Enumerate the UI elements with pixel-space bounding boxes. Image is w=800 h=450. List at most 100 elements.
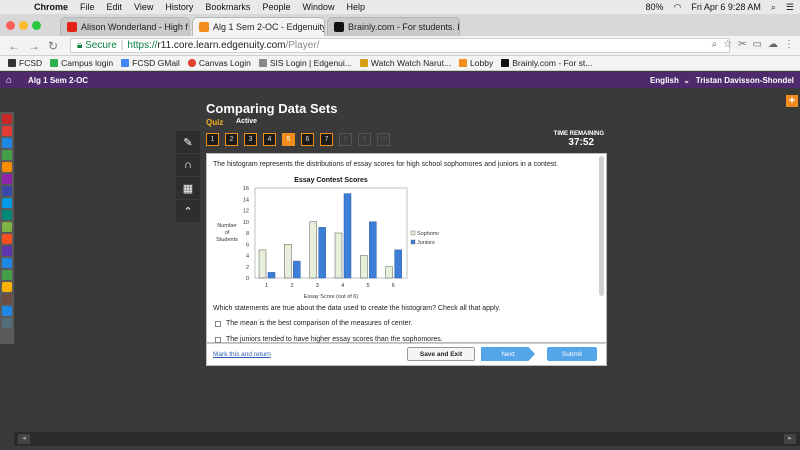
bookmark-label: FCSD (19, 58, 43, 68)
app-dock-icon[interactable] (2, 138, 12, 148)
question-number-3[interactable]: 3 (244, 133, 257, 146)
bookmark-brainly[interactable]: Brainly.com - For st... (501, 58, 592, 68)
menu-people[interactable]: People (262, 2, 290, 12)
y-tick-label: 12 (243, 209, 249, 215)
extension-icon[interactable]: ✂ (738, 39, 746, 50)
menu-list-icon[interactable]: ☰ (786, 2, 794, 13)
app-dock-icon[interactable] (2, 282, 12, 292)
wifi-icon[interactable]: ◠ (673, 2, 681, 13)
course-name[interactable]: Alg 1 Sem 2-OC (28, 76, 88, 85)
add-icon[interactable]: + (786, 95, 798, 107)
app-dock-icon[interactable] (2, 318, 12, 328)
home-icon[interactable]: ⌂ (6, 75, 12, 86)
headphones-icon[interactable]: ∩ (176, 154, 200, 176)
menu-bookmarks[interactable]: Bookmarks (205, 2, 250, 12)
chrome-menu-icon[interactable]: ⋮ (784, 39, 794, 50)
clock[interactable]: Fri Apr 6 9:28 AM (691, 2, 761, 12)
bar-sophomores-2 (284, 244, 292, 279)
previous-activity-icon[interactable]: ◂ (18, 434, 30, 444)
app-dock-icon[interactable] (2, 210, 12, 220)
app-dock-icon[interactable] (2, 306, 12, 316)
scrollbar[interactable] (599, 156, 604, 296)
tab-edgenuity[interactable]: Alg 1 Sem 2-OC - Edgenuity.co × (192, 17, 325, 36)
search-icon[interactable]: ⌕ (771, 2, 776, 13)
menu-view[interactable]: View (134, 2, 153, 12)
app-dock-icon[interactable] (2, 174, 12, 184)
app-dock-icon[interactable] (2, 162, 12, 172)
page-icon (8, 59, 16, 67)
y-tick-label: 0 (246, 276, 249, 282)
url-field[interactable]: 🔒︎ Secure | https:// r11.core.learn.edge… (70, 38, 730, 53)
save-exit-button[interactable]: Save and Exit (407, 347, 475, 361)
app-dock-icon[interactable] (2, 150, 12, 160)
bookmark-sis-login[interactable]: SIS Login | Edgenui... (258, 58, 352, 68)
user-name[interactable]: Tristan Davisson-Shondel (696, 76, 794, 85)
app-dock-icon[interactable] (2, 126, 12, 136)
mark-and-return-link[interactable]: Mark this and return (213, 351, 271, 358)
tab-brainly[interactable]: Brainly.com - For students. By × (327, 17, 460, 36)
question-number-7[interactable]: 7 (320, 133, 333, 146)
menu-edit[interactable]: Edit (107, 2, 123, 12)
app-dock-icon[interactable] (2, 270, 12, 280)
collapse-icon[interactable]: ⌃ (176, 200, 200, 222)
app-dock-icon[interactable] (2, 186, 12, 196)
reload-icon[interactable]: ↻ (48, 39, 58, 53)
app-dock-icon[interactable] (2, 234, 12, 244)
question-number-5[interactable]: 5 (282, 133, 295, 146)
zoom-icon[interactable]: ⌕ (712, 39, 718, 50)
next-activity-icon[interactable]: ▸ (784, 434, 796, 444)
menu-history[interactable]: History (165, 2, 193, 12)
question-number-6[interactable]: 6 (301, 133, 314, 146)
menu-file[interactable]: File (80, 2, 95, 12)
app-dock-icon[interactable] (2, 258, 12, 268)
app-dock-icon[interactable] (2, 246, 12, 256)
pencil-icon[interactable]: ✎ (176, 131, 200, 153)
bookmark-lobby[interactable]: Lobby (459, 58, 493, 68)
menu-help[interactable]: Help (346, 2, 365, 12)
question-panel: The histogram represents the distributio… (206, 153, 607, 343)
x-tick-label: 4 (341, 283, 344, 289)
next-button[interactable]: Next (481, 347, 535, 361)
x-tick-label: 1 (265, 283, 268, 289)
menu-window[interactable]: Window (302, 2, 334, 12)
canvas-icon (187, 59, 196, 67)
lock-icon: 🔒︎ (77, 40, 86, 51)
cloud-icon[interactable]: ☁ (768, 39, 778, 50)
page-icon (258, 59, 267, 67)
battery-level[interactable]: 80% (645, 2, 663, 12)
question-number-4[interactable]: 4 (263, 133, 276, 146)
activity-status: Active (236, 118, 258, 125)
bookmark-fcsd-gmail[interactable]: FCSD GMail (121, 58, 180, 68)
menu-app-name[interactable]: Chrome (34, 2, 68, 12)
naruto-icon (359, 59, 368, 67)
forward-icon[interactable]: → (28, 39, 40, 53)
checkbox[interactable] (215, 336, 221, 343)
brainly-icon (501, 59, 510, 67)
answer-option-1[interactable]: The mean is the best comparison of the m… (215, 320, 412, 327)
app-dock-icon[interactable] (2, 198, 12, 208)
youtube-icon (67, 22, 77, 32)
question-number-2[interactable]: 2 (225, 133, 238, 146)
bookmark-fcsd[interactable]: FCSD (8, 58, 42, 68)
window-minimize-button[interactable] (19, 21, 28, 30)
question-prompt: The histogram represents the distributio… (213, 161, 559, 168)
calculator-icon[interactable]: ▦ (176, 177, 200, 199)
app-dock-icon[interactable] (2, 114, 12, 124)
submit-button[interactable]: Submit (547, 347, 597, 361)
cast-icon[interactable]: ▭ (753, 39, 762, 50)
question-number-1[interactable]: 1 (206, 133, 219, 146)
bookmark-campus-login[interactable]: Campus login (50, 58, 113, 68)
bookmark-canvas-login[interactable]: Canvas Login (187, 58, 251, 68)
language-select[interactable]: English ⌄ (650, 76, 690, 85)
checkbox[interactable] (215, 320, 221, 327)
app-dock-icon[interactable] (2, 294, 12, 304)
bookmark-star-icon[interactable]: ☆ (723, 39, 732, 50)
tab-alison-wonderland[interactable]: Alison Wonderland - High f ◂ × (60, 17, 190, 36)
window-zoom-button[interactable] (32, 21, 41, 30)
window-close-button[interactable] (6, 21, 15, 30)
histogram-chart: Essay Contest Scores0246810121416Numbero… (216, 177, 439, 300)
answer-option-2[interactable]: The juniors tended to have higher essay … (215, 336, 443, 343)
app-dock-icon[interactable] (2, 222, 12, 232)
bookmark-naruto[interactable]: Watch Watch Narut... (359, 58, 451, 68)
back-icon[interactable]: ← (8, 39, 20, 53)
